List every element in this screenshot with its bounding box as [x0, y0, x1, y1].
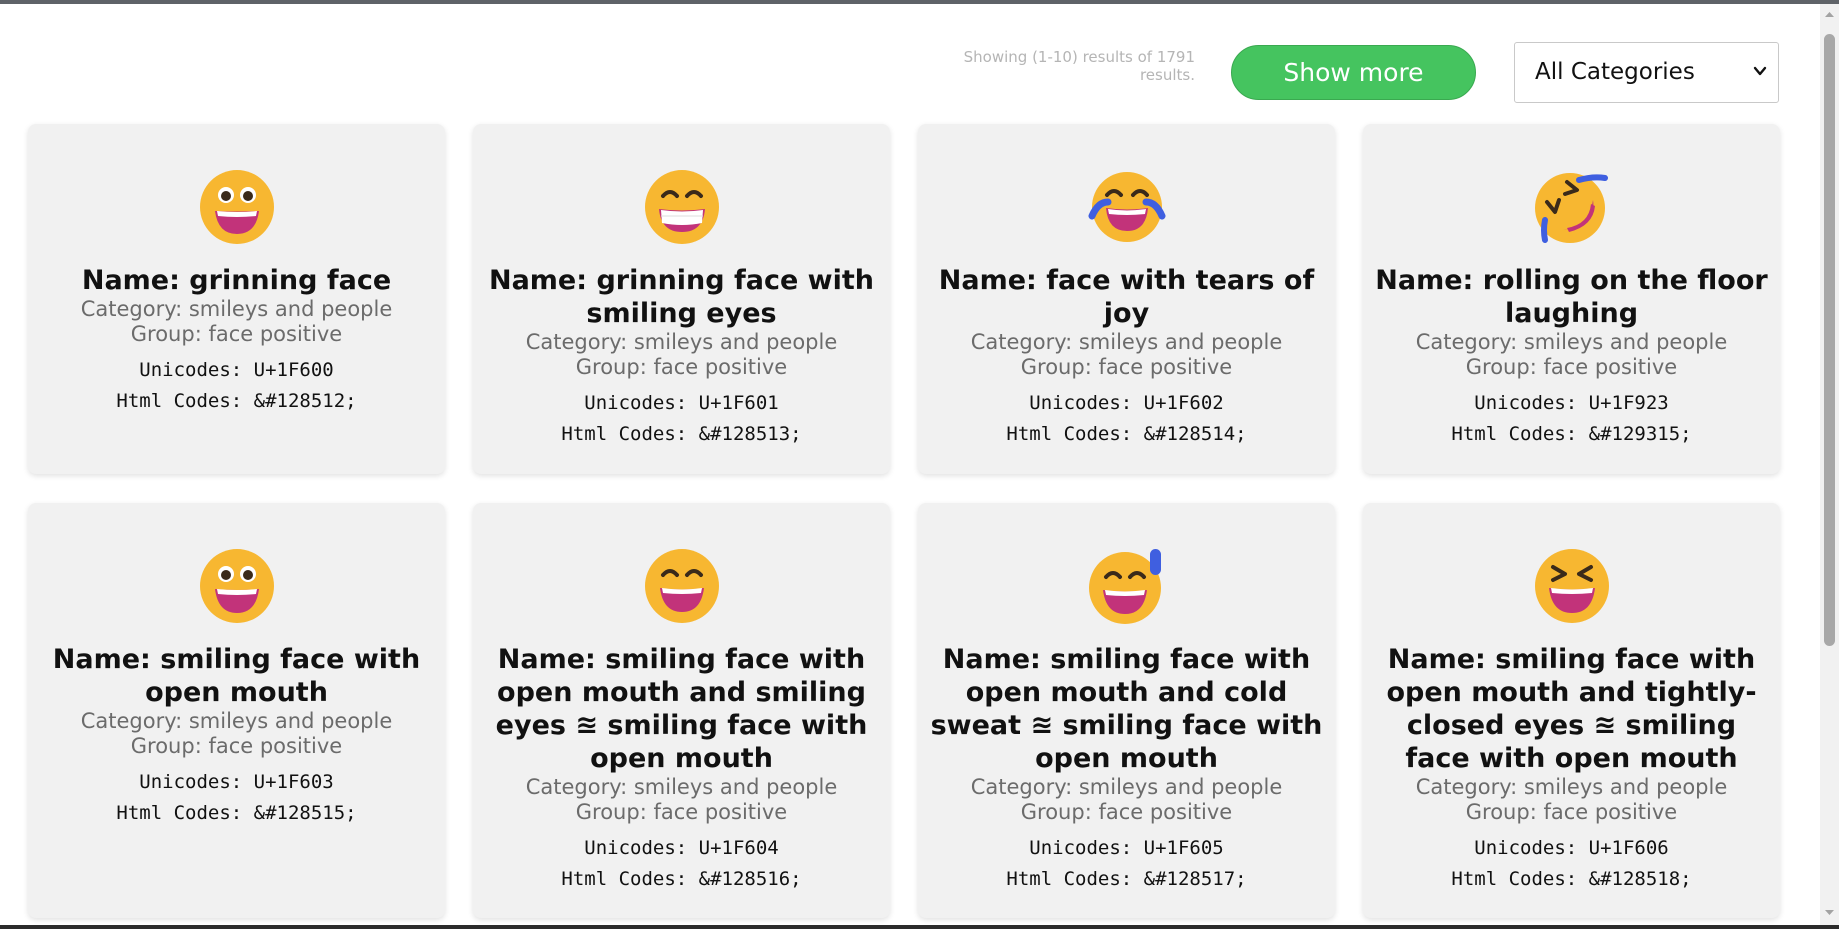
category-select-value: All Categories — [1535, 59, 1695, 85]
emoji-category: Category: smileys and people — [525, 330, 838, 354]
page-content: Showing (1-10) results of 1791 results. … — [0, 4, 1820, 925]
emoji-unicodes: Unicodes: U+1F600 — [139, 359, 334, 381]
toolbar: Showing (1-10) results of 1791 results. … — [0, 24, 1820, 103]
emoji-name: Name: grinning face — [81, 265, 392, 296]
scroll-up-arrow-icon[interactable] — [1824, 9, 1835, 20]
emoji-card[interactable]: Name: smiling face with open mouth and t… — [1363, 503, 1780, 918]
emoji-group: Group: face positive — [1020, 800, 1233, 824]
scroll-down-arrow-icon[interactable] — [1824, 907, 1835, 918]
smiling-face-open-mouth-tightly-closed-eyes-icon — [1534, 549, 1609, 623]
show-more-button[interactable]: Show more — [1231, 45, 1476, 100]
emoji-group: Group: face positive — [1020, 355, 1233, 379]
emoji-name: Name: smiling face with open mouth and s… — [495, 644, 868, 774]
emoji-category: Category: smileys and people — [80, 709, 393, 733]
emoji-html-codes: Html Codes: &#128515; — [116, 802, 357, 824]
emoji-html-codes: Html Codes: &#128512; — [116, 390, 357, 412]
grinning-face-with-smiling-eyes-icon — [644, 170, 719, 244]
category-select[interactable]: All Categories — [1514, 42, 1779, 103]
emoji-category: Category: smileys and people — [80, 297, 393, 321]
emoji-unicodes: Unicodes: U+1F605 — [1029, 837, 1224, 859]
smiling-face-with-open-mouth-icon — [199, 549, 274, 623]
emoji-unicodes: Unicodes: U+1F602 — [1029, 392, 1224, 414]
emoji-name: Name: smiling face with open mouth and t… — [1386, 644, 1757, 774]
emoji-group: Group: face positive — [1465, 800, 1678, 824]
emoji-group: Group: face positive — [130, 322, 343, 346]
emoji-name: Name: smiling face with open mouth — [52, 644, 421, 708]
emoji-name: Name: face with tears of joy — [938, 265, 1315, 329]
emoji-html-codes: Html Codes: &#128518; — [1451, 868, 1692, 890]
emoji-card[interactable]: Name: rolling on the floor laughing Cate… — [1363, 124, 1780, 474]
emoji-name: Name: rolling on the floor laughing — [1375, 265, 1768, 329]
emoji-html-codes: Html Codes: &#128513; — [561, 423, 802, 445]
emoji-card[interactable]: Name: face with tears of joy Category: s… — [918, 124, 1335, 474]
emoji-unicodes: Unicodes: U+1F601 — [584, 392, 779, 414]
emoji-card[interactable]: Name: smiling face with open mouth Categ… — [28, 503, 445, 918]
emoji-card[interactable]: Name: grinning face with smiling eyes Ca… — [473, 124, 890, 474]
emoji-html-codes: Html Codes: &#129315; — [1451, 423, 1692, 445]
chevron-down-icon — [1753, 66, 1767, 76]
emoji-group: Group: face positive — [575, 800, 788, 824]
emoji-category: Category: smileys and people — [1415, 775, 1728, 799]
emoji-category: Category: smileys and people — [970, 775, 1283, 799]
results-count: Showing (1-10) results of 1791 results. — [963, 48, 1195, 84]
emoji-card[interactable]: Name: grinning face Category: smileys an… — [28, 124, 445, 474]
rolling-on-the-floor-laughing-icon — [1534, 173, 1608, 243]
emoji-category: Category: smileys and people — [525, 775, 838, 799]
smiling-face-open-mouth-cold-sweat-icon — [1088, 549, 1161, 624]
emoji-html-codes: Html Codes: &#128516; — [561, 868, 802, 890]
emoji-group: Group: face positive — [1465, 355, 1678, 379]
emoji-group: Group: face positive — [130, 734, 343, 758]
emoji-html-codes: Html Codes: &#128517; — [1006, 868, 1247, 890]
emoji-unicodes: Unicodes: U+1F603 — [139, 771, 334, 793]
emoji-unicodes: Unicodes: U+1F606 — [1474, 837, 1669, 859]
face-with-tears-of-joy-icon — [1088, 172, 1165, 242]
grinning-face-icon — [199, 170, 274, 244]
emoji-unicodes: Unicodes: U+1F604 — [584, 837, 779, 859]
bottom-border — [0, 925, 1839, 929]
emoji-name: Name: smiling face with open mouth and c… — [930, 644, 1323, 774]
emoji-card[interactable]: Name: smiling face with open mouth and s… — [473, 503, 890, 918]
emoji-category: Category: smileys and people — [1415, 330, 1728, 354]
scrollbar-thumb[interactable] — [1824, 34, 1835, 646]
emoji-html-codes: Html Codes: &#128514; — [1006, 423, 1247, 445]
emoji-card[interactable]: Name: smiling face with open mouth and c… — [918, 503, 1335, 918]
smiling-face-open-mouth-smiling-eyes-icon — [644, 549, 719, 623]
emoji-unicodes: Unicodes: U+1F923 — [1474, 392, 1669, 414]
emoji-name: Name: grinning face with smiling eyes — [488, 265, 874, 329]
emoji-group: Group: face positive — [575, 355, 788, 379]
vertical-scrollbar[interactable] — [1820, 4, 1839, 925]
emoji-category: Category: smileys and people — [970, 330, 1283, 354]
